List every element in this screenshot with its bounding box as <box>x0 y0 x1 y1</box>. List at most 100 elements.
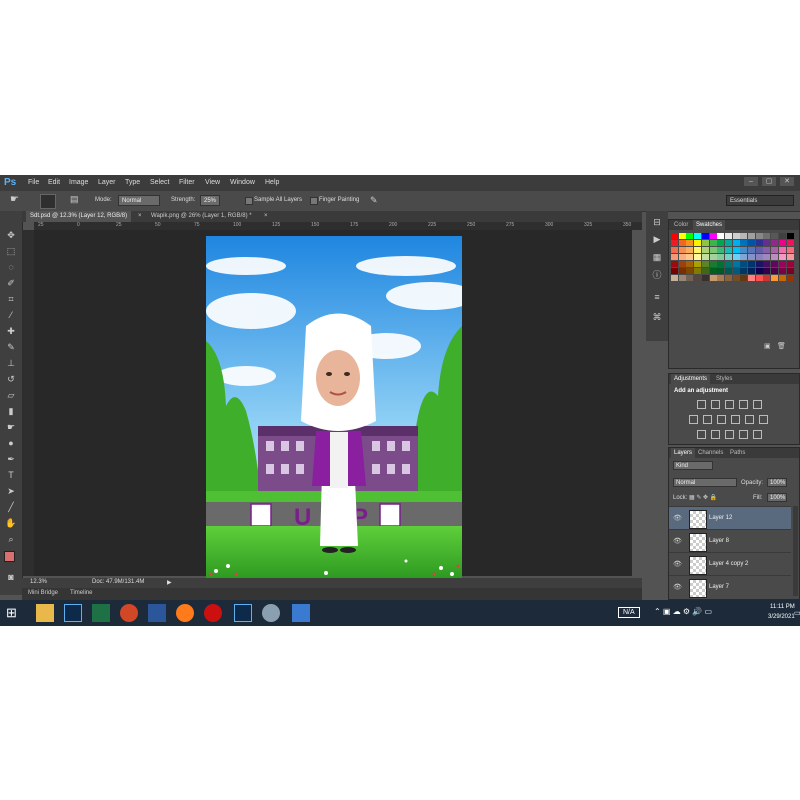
color-swatch[interactable] <box>671 247 678 253</box>
curves-icon[interactable] <box>725 400 734 409</box>
color-swatch[interactable] <box>686 268 694 274</box>
color-swatch[interactable] <box>732 261 740 267</box>
color-swatch[interactable] <box>717 254 725 260</box>
brush-preset-icon[interactable] <box>40 194 56 209</box>
layer-filter-select[interactable]: Kind <box>673 461 713 470</box>
tab-color[interactable]: Color <box>671 220 691 230</box>
move-tool-icon[interactable]: ✥ <box>5 229 17 241</box>
color-swatch[interactable] <box>748 254 755 260</box>
color-swatch[interactable] <box>717 275 725 281</box>
color-swatch[interactable] <box>717 240 725 246</box>
color-swatch[interactable] <box>771 240 779 246</box>
color-swatch[interactable] <box>755 247 763 253</box>
color-swatch[interactable] <box>724 275 732 281</box>
menu-window[interactable]: Window <box>230 179 255 186</box>
healing-tool-icon[interactable]: ✚ <box>5 325 17 337</box>
color-swatch[interactable] <box>724 247 732 253</box>
tab-close-icon[interactable]: × <box>138 213 142 219</box>
quick-select-tool-icon[interactable]: ✐ <box>5 277 17 289</box>
color-swatch[interactable] <box>778 275 786 281</box>
invert-icon[interactable] <box>697 430 706 439</box>
fill-input[interactable]: 100% <box>767 493 787 502</box>
color-swatch[interactable] <box>732 247 740 253</box>
color-swatch[interactable] <box>694 268 702 274</box>
color-swatch[interactable] <box>724 268 732 274</box>
exposure-icon[interactable] <box>739 400 748 409</box>
color-swatch[interactable] <box>671 275 678 281</box>
color-swatch[interactable] <box>686 254 694 260</box>
color-swatch[interactable] <box>763 233 771 239</box>
app-icon[interactable] <box>262 604 280 622</box>
color-swatch[interactable] <box>786 268 794 274</box>
color-swatch[interactable] <box>786 275 794 281</box>
color-swatch[interactable] <box>709 268 717 274</box>
layer-row[interactable]: 👁 Layer 8 <box>669 529 791 552</box>
quick-mask-icon[interactable]: ◙ <box>5 571 17 583</box>
history-brush-tool-icon[interactable]: ↺ <box>5 373 17 385</box>
color-swatch[interactable] <box>694 254 702 260</box>
zoom-level[interactable]: 12.3% <box>30 579 47 585</box>
color-swatch[interactable] <box>701 254 709 260</box>
sample-all-layers-checkbox[interactable] <box>245 197 253 205</box>
hand-tool-icon[interactable]: ✋ <box>5 517 17 529</box>
color-swatch[interactable] <box>678 261 686 267</box>
visibility-eye-icon[interactable]: 👁 <box>673 537 682 545</box>
color-swatch[interactable] <box>732 254 740 260</box>
color-swatch[interactable] <box>678 233 686 239</box>
color-swatch[interactable] <box>694 240 702 246</box>
shape-tool-icon[interactable]: ╱ <box>5 501 17 513</box>
color-swatch[interactable] <box>701 247 709 253</box>
color-swatch[interactable] <box>701 268 709 274</box>
document-canvas[interactable]: U A P <box>206 236 462 578</box>
color-swatch[interactable] <box>709 247 717 253</box>
photoshop-alt-icon[interactable] <box>234 604 252 622</box>
hue-saturation-icon[interactable] <box>689 415 698 424</box>
color-swatch[interactable] <box>740 240 748 246</box>
tab-paths[interactable]: Paths <box>727 448 748 458</box>
color-swatch[interactable] <box>717 247 725 253</box>
color-swatch[interactable] <box>763 240 771 246</box>
stamp-tool-icon[interactable]: ⊥ <box>5 357 17 369</box>
gradient-map-icon[interactable] <box>739 430 748 439</box>
firefox-icon[interactable] <box>176 604 194 622</box>
color-swatch[interactable] <box>763 254 771 260</box>
menu-type[interactable]: Type <box>125 179 140 186</box>
eyedropper-tool-icon[interactable]: ⁄ <box>5 309 17 321</box>
color-swatch[interactable] <box>694 275 702 281</box>
close-button[interactable]: ✕ <box>780 177 794 186</box>
input-indicator[interactable]: N/A <box>618 607 640 618</box>
visibility-eye-icon[interactable]: 👁 <box>673 583 682 591</box>
color-swatch[interactable] <box>709 275 717 281</box>
color-swatch[interactable] <box>763 247 771 253</box>
color-swatch[interactable] <box>786 247 794 253</box>
color-swatch[interactable] <box>771 247 779 253</box>
color-swatch[interactable] <box>748 233 755 239</box>
color-swatch[interactable] <box>701 261 709 267</box>
visibility-eye-icon[interactable]: 👁 <box>673 514 682 522</box>
color-swatch[interactable] <box>771 261 779 267</box>
color-swatch[interactable] <box>694 261 702 267</box>
powerpoint-icon[interactable] <box>120 604 138 622</box>
minimize-button[interactable]: – <box>744 177 758 186</box>
color-swatch[interactable] <box>763 261 771 267</box>
layer-row[interactable]: 👁 Layer 7 <box>669 575 791 598</box>
menu-file[interactable]: File <box>28 179 39 186</box>
color-swatch[interactable] <box>701 240 709 246</box>
opacity-input[interactable]: 100% <box>767 478 787 487</box>
brush-presets-icon[interactable]: ▦ <box>651 251 663 263</box>
layer-row[interactable]: 👁 Layer 4 copy 2 <box>669 552 791 575</box>
color-balance-icon[interactable] <box>703 415 712 424</box>
status-arrow-icon[interactable]: ▶ <box>167 579 172 586</box>
color-swatch[interactable] <box>740 261 748 267</box>
word-icon[interactable] <box>148 604 166 622</box>
color-swatch[interactable] <box>694 247 702 253</box>
color-swatch[interactable] <box>717 233 725 239</box>
color-swatch[interactable] <box>748 261 755 267</box>
color-swatch[interactable] <box>724 261 732 267</box>
color-swatch[interactable] <box>755 240 763 246</box>
delete-swatch-icon[interactable]: 🗑 <box>777 342 786 350</box>
color-swatch[interactable] <box>748 247 755 253</box>
layer-row[interactable]: 👁 Layer 12 <box>669 506 791 529</box>
clock-date[interactable]: 3/29/2021 <box>768 614 795 620</box>
workspace-select[interactable]: Essentials <box>726 195 794 206</box>
